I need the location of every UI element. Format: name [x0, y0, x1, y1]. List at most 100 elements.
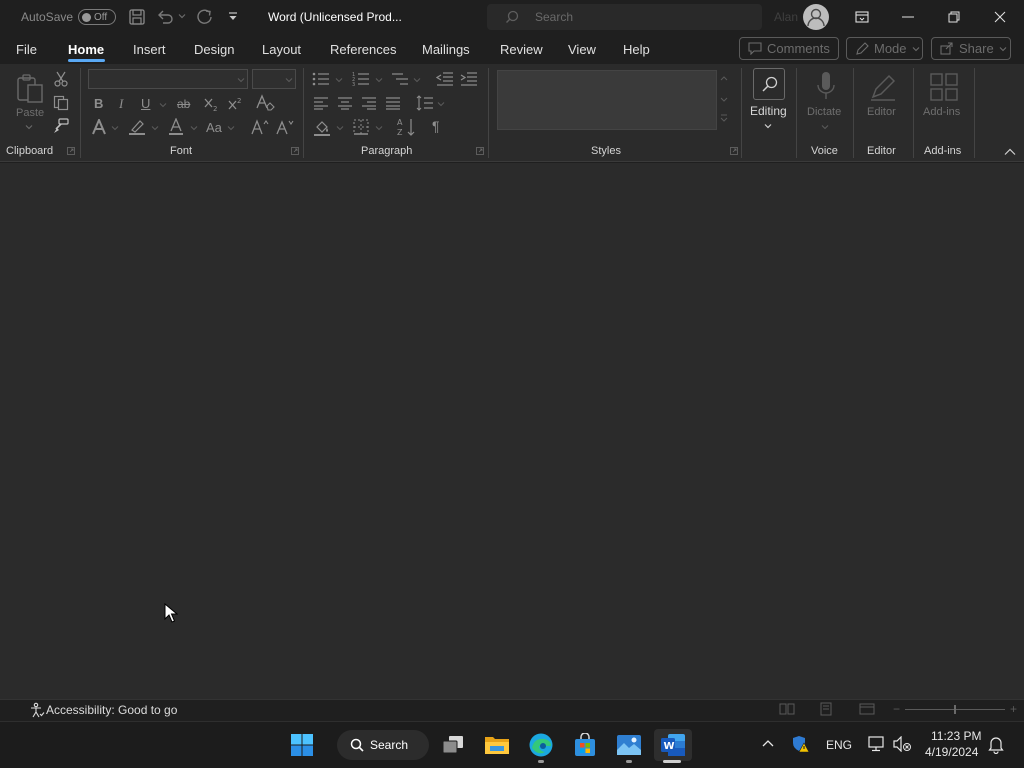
copy-icon[interactable] — [52, 94, 70, 112]
edge-browser-icon[interactable] — [525, 729, 557, 761]
sort-icon[interactable]: AZ — [396, 116, 418, 138]
tab-design[interactable]: Design — [194, 42, 234, 57]
bullets-icon[interactable] — [311, 70, 331, 88]
customize-toolbar-icon[interactable] — [228, 11, 238, 23]
security-warning-icon[interactable] — [792, 735, 810, 753]
network-icon[interactable] — [866, 735, 886, 753]
show-hidden-icons-chevron-icon[interactable] — [762, 738, 774, 748]
zoom-slider[interactable] — [905, 705, 1005, 714]
bullets-dropdown-icon[interactable] — [335, 76, 343, 84]
numbering-dropdown-icon[interactable] — [375, 76, 383, 84]
undo-dropdown-icon[interactable] — [178, 12, 186, 20]
tab-review[interactable]: Review — [500, 42, 543, 57]
comments-button[interactable]: Comments — [739, 37, 839, 60]
line-spacing-icon[interactable] — [415, 94, 435, 112]
align-center-icon[interactable] — [336, 94, 354, 112]
language-indicator[interactable]: ENG — [826, 738, 852, 752]
taskbar-search-button[interactable]: Search — [337, 730, 429, 760]
subscript-icon[interactable]: 2 — [202, 95, 220, 113]
file-explorer-icon[interactable] — [481, 729, 513, 761]
superscript-icon[interactable]: 2 — [226, 95, 244, 113]
show-formatting-marks-button[interactable]: ¶ — [432, 118, 440, 134]
undo-icon[interactable] — [156, 8, 174, 26]
collapse-ribbon-icon[interactable] — [1004, 148, 1016, 156]
close-button[interactable] — [977, 0, 1023, 34]
font-launcher-icon[interactable] — [291, 147, 299, 155]
editing-button[interactable] — [753, 68, 785, 100]
font-name-dropdown[interactable] — [88, 69, 248, 89]
redo-icon[interactable] — [195, 7, 215, 27]
underline-button[interactable]: U — [141, 96, 150, 111]
photos-icon[interactable] — [613, 729, 645, 761]
volume-muted-icon[interactable] — [892, 736, 912, 752]
styles-launcher-icon[interactable] — [730, 147, 738, 155]
multilevel-dropdown-icon[interactable] — [413, 76, 421, 84]
word-app-icon[interactable]: W — [654, 729, 692, 761]
italic-button[interactable]: I — [119, 96, 123, 112]
clipboard-launcher-icon[interactable] — [67, 147, 75, 155]
save-icon[interactable] — [128, 8, 146, 26]
print-layout-icon[interactable] — [819, 702, 833, 716]
document-area[interactable] — [0, 163, 1024, 699]
grow-font-icon[interactable] — [250, 117, 270, 137]
read-mode-icon[interactable] — [779, 702, 795, 716]
styles-gallery[interactable] — [497, 70, 717, 130]
numbering-icon[interactable]: 123 — [351, 70, 371, 88]
font-color-icon[interactable] — [166, 117, 186, 137]
paragraph-launcher-icon[interactable] — [476, 147, 484, 155]
highlight-icon[interactable] — [127, 117, 147, 137]
format-painter-icon[interactable] — [52, 117, 70, 135]
shading-dropdown-icon[interactable] — [336, 124, 344, 132]
tab-references[interactable]: References — [330, 42, 396, 57]
change-case-button[interactable]: Aa — [206, 120, 222, 135]
task-view-icon[interactable] — [437, 729, 469, 761]
autosave-toggle[interactable]: Off — [78, 9, 116, 25]
tab-view[interactable]: View — [568, 42, 596, 57]
shrink-font-icon[interactable] — [275, 117, 295, 137]
text-effects-icon[interactable] — [90, 118, 108, 136]
web-layout-icon[interactable] — [859, 702, 875, 716]
change-case-dropdown-icon[interactable] — [227, 124, 235, 132]
microsoft-store-icon[interactable] — [569, 729, 601, 761]
strikethrough-button[interactable]: ab — [177, 97, 190, 111]
add-ins-icon[interactable] — [928, 70, 960, 104]
zoom-slider-thumb[interactable] — [954, 705, 956, 714]
title-search-box[interactable]: Search — [487, 4, 762, 30]
zoom-in-button[interactable]: + — [1010, 702, 1017, 716]
notifications-bell-icon[interactable] — [988, 736, 1004, 754]
font-color-dropdown-icon[interactable] — [190, 124, 198, 132]
start-button[interactable] — [286, 729, 318, 761]
microphone-icon[interactable] — [814, 70, 838, 104]
minimize-button[interactable] — [885, 0, 931, 34]
multilevel-list-icon[interactable] — [390, 70, 410, 88]
accessibility-icon[interactable] — [29, 702, 45, 718]
tab-insert[interactable]: Insert — [133, 42, 166, 57]
share-button[interactable]: Share — [931, 37, 1011, 60]
tab-home[interactable]: Home — [68, 42, 104, 57]
text-effects-dropdown-icon[interactable] — [111, 124, 119, 132]
dictate-dropdown-icon[interactable] — [821, 123, 829, 131]
tab-mailings[interactable]: Mailings — [422, 42, 470, 57]
shading-icon[interactable] — [312, 117, 332, 137]
font-size-dropdown[interactable] — [252, 69, 296, 89]
restore-button[interactable] — [931, 0, 977, 34]
styles-gallery-scroll[interactable] — [718, 72, 730, 130]
ribbon-display-options-icon[interactable] — [839, 0, 885, 34]
align-left-icon[interactable] — [312, 94, 330, 112]
tab-layout[interactable]: Layout — [262, 42, 301, 57]
accessibility-status[interactable]: Accessibility: Good to go — [46, 703, 177, 717]
decrease-indent-icon[interactable] — [435, 70, 455, 88]
clock-date[interactable]: 4/19/2024 — [925, 745, 978, 759]
borders-dropdown-icon[interactable] — [375, 124, 383, 132]
increase-indent-icon[interactable] — [459, 70, 479, 88]
justify-icon[interactable] — [384, 94, 402, 112]
highlight-dropdown-icon[interactable] — [151, 124, 159, 132]
mode-button[interactable]: Mode — [846, 37, 923, 60]
bold-button[interactable]: B — [94, 96, 103, 111]
clock-time[interactable]: 11:23 PM — [931, 729, 981, 743]
tab-help[interactable]: Help — [623, 42, 650, 57]
align-right-icon[interactable] — [360, 94, 378, 112]
paste-icon[interactable] — [14, 72, 46, 106]
zoom-out-button[interactable]: − — [893, 702, 900, 716]
editing-dropdown-icon[interactable] — [764, 122, 772, 130]
